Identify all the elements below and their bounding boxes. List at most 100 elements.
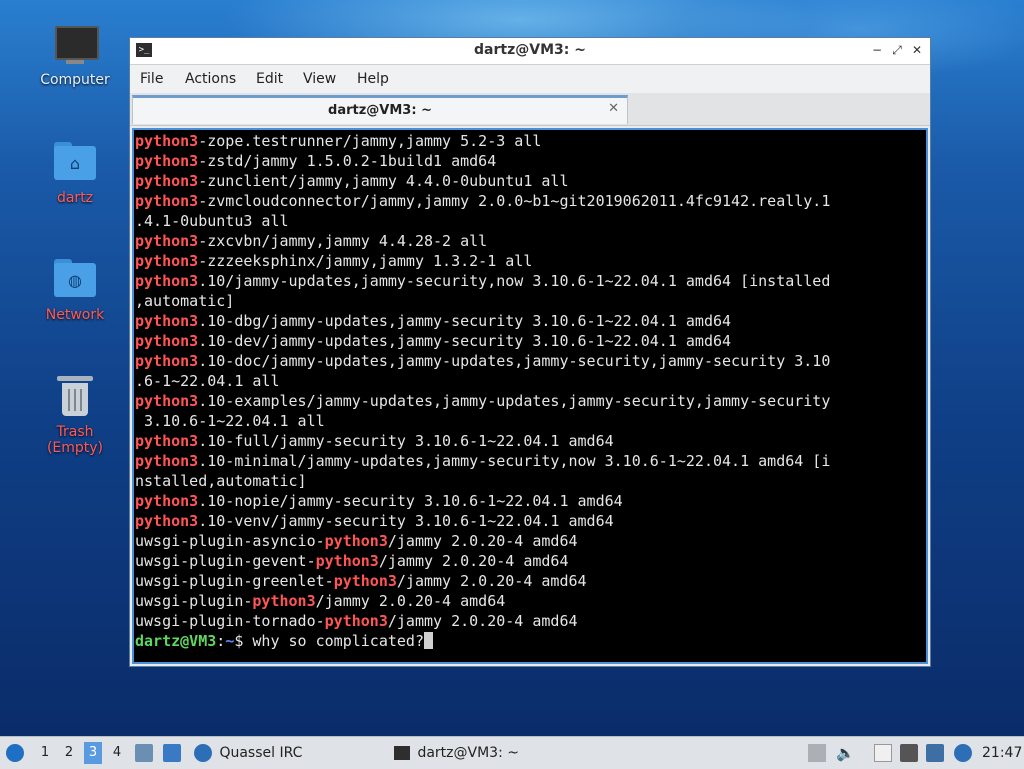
match-highlight: python3: [333, 572, 397, 590]
desktop-icon-label: Computer: [40, 72, 110, 88]
terminal-line: .4.1-0ubuntu3 all: [135, 212, 289, 230]
network-folder-icon: ◍: [52, 257, 98, 303]
terminal-line: 3.10.6-1~22.04.1 all: [135, 412, 325, 430]
menu-edit[interactable]: Edit: [256, 71, 283, 87]
updates-icon[interactable]: [808, 744, 826, 762]
terminal-line: uwsgi-plugin-asyncio-python3/jammy 2.0.2…: [135, 532, 578, 550]
desktop-icon-label: Network: [45, 307, 105, 323]
match-highlight: python3: [135, 332, 199, 350]
tab-close-icon[interactable]: ✕: [608, 101, 619, 116]
desktop-icon-label: Trash (Empty): [46, 424, 104, 456]
trash-icon: [52, 374, 98, 420]
match-highlight: python3: [135, 512, 199, 530]
terminal-line: python3.10-dev/jammy-updates,jammy-secur…: [135, 332, 732, 350]
terminal-line: python3.10-full/jammy-security 3.10.6-1~…: [135, 432, 614, 450]
taskbar: 1 2 3 4 Quassel IRC dartz@VM3: ~ 🔈 21:47: [0, 736, 1024, 769]
terminal-output[interactable]: python3-zope.testrunner/jammy,jammy 5.2-…: [132, 128, 928, 664]
workspace-2[interactable]: 2: [60, 742, 78, 764]
terminal-task-icon: [394, 746, 410, 760]
match-highlight: python3: [135, 312, 199, 330]
lubuntu-logo-icon: [6, 744, 24, 762]
quassel-icon: [194, 744, 212, 762]
match-highlight: python3: [135, 432, 199, 450]
workspace-1[interactable]: 1: [36, 742, 54, 764]
match-highlight: python3: [135, 492, 199, 510]
menu-help[interactable]: Help: [357, 71, 389, 87]
match-highlight: python3: [135, 232, 199, 250]
terminal-line: python3.10-examples/jammy-updates,jammy-…: [135, 392, 831, 410]
tab-strip: dartz@VM3: ~ ✕: [130, 93, 930, 126]
terminal-line: python3-zxcvbn/jammy,jammy 4.4.28-2 all: [135, 232, 488, 250]
match-highlight: python3: [252, 592, 316, 610]
match-highlight: python3: [135, 192, 199, 210]
match-highlight: python3: [324, 532, 388, 550]
match-highlight: python3: [135, 172, 199, 190]
match-highlight: python3: [135, 132, 199, 150]
window-titlebar[interactable]: >_ dartz@VM3: ~ − ⤢ ✕: [130, 38, 930, 65]
match-highlight: python3: [135, 392, 199, 410]
notification-icon[interactable]: [926, 744, 944, 762]
text-cursor: [424, 632, 433, 649]
prompt-line[interactable]: dartz@VM3:~$ why so complicated?: [135, 631, 926, 651]
desktop-icon-home-folder[interactable]: ⌂ dartz: [27, 140, 123, 206]
volume-icon[interactable]: 🔈: [836, 744, 855, 762]
match-highlight: python3: [324, 612, 388, 630]
typed-command: $ why so complicated?: [234, 632, 424, 650]
terminal-line: nstalled,automatic]: [135, 472, 307, 490]
prompt-path: ~: [225, 632, 235, 650]
terminal-line: .6-1~22.04.1 all: [135, 372, 280, 390]
menu-file[interactable]: File: [140, 71, 163, 87]
terminal-line: python3-zstd/jammy 1.5.0.2-1build1 amd64: [135, 152, 497, 170]
terminal-line: uwsgi-plugin-gevent-python3/jammy 2.0.20…: [135, 552, 569, 570]
terminal-line: python3.10/jammy-updates,jammy-security,…: [135, 272, 831, 290]
terminal-line: uwsgi-plugin-python3/jammy 2.0.20-4 amd6…: [135, 592, 506, 610]
match-highlight: python3: [315, 552, 379, 570]
desktop-icon-label: dartz: [56, 190, 94, 206]
minimize-icon[interactable]: −: [868, 41, 886, 59]
tab-terminal[interactable]: dartz@VM3: ~ ✕: [132, 95, 628, 124]
workspace-3[interactable]: 3: [84, 742, 102, 764]
terminal-line: python3-zvmcloudconnector/jammy,jammy 2.…: [135, 192, 831, 210]
terminal-line: uwsgi-plugin-greenlet-python3/jammy 2.0.…: [135, 572, 587, 590]
terminal-line: python3.10-doc/jammy-updates,jammy-updat…: [135, 352, 831, 370]
quassel-tray-icon[interactable]: [954, 744, 972, 762]
terminal-line: python3.10-venv/jammy-security 3.10.6-1~…: [135, 512, 614, 530]
app-menu-button[interactable]: [6, 737, 28, 769]
terminal-window: >_ dartz@VM3: ~ − ⤢ ✕ File Actions Edit …: [129, 37, 931, 667]
task-label: Quassel IRC: [219, 745, 303, 761]
network-tray-icon[interactable]: [900, 744, 918, 762]
match-highlight: python3: [135, 272, 199, 290]
terminal-line: python3-zunclient/jammy,jammy 4.4.0-0ubu…: [135, 172, 569, 190]
clipboard-icon[interactable]: [874, 744, 892, 762]
match-highlight: python3: [135, 452, 199, 470]
desktop-icon-trash[interactable]: Trash (Empty): [27, 374, 123, 456]
task-quassel-irc[interactable]: Quassel IRC: [194, 737, 374, 769]
match-highlight: python3: [135, 352, 199, 370]
file-manager-launcher-icon[interactable]: [135, 744, 153, 762]
tab-title: dartz@VM3: ~: [328, 103, 432, 118]
close-icon[interactable]: ✕: [908, 41, 926, 59]
workspace-4[interactable]: 4: [108, 742, 126, 764]
prompt-user-host: dartz@VM3: [135, 632, 217, 650]
home-folder-icon: ⌂: [52, 140, 98, 186]
window-title: dartz@VM3: ~: [474, 42, 586, 58]
terminal-line: python3-zzzeeksphinx/jammy,jammy 1.3.2-1…: [135, 252, 533, 270]
terminal-line: python3.10-nopie/jammy-security 3.10.6-1…: [135, 492, 623, 510]
terminal-line: python3.10-minimal/jammy-updates,jammy-s…: [135, 452, 831, 470]
match-highlight: python3: [135, 152, 199, 170]
menu-view[interactable]: View: [303, 71, 336, 87]
maximize-icon[interactable]: ⤢: [888, 41, 906, 59]
menubar: File Actions Edit View Help: [130, 65, 930, 93]
terminal-line: ,automatic]: [135, 292, 235, 310]
show-desktop-icon[interactable]: [163, 744, 181, 762]
menu-actions[interactable]: Actions: [185, 71, 236, 87]
desktop-icon-network[interactable]: ◍ Network: [27, 257, 123, 323]
computer-icon: [52, 22, 99, 68]
desktop-icon-computer[interactable]: Computer: [27, 22, 123, 88]
terminal-line: python3-zope.testrunner/jammy,jammy 5.2-…: [135, 132, 542, 150]
task-terminal[interactable]: dartz@VM3: ~: [394, 737, 594, 769]
terminal-text: python3-zope.testrunner/jammy,jammy 5.2-…: [134, 130, 926, 651]
clock[interactable]: 21:47: [982, 737, 1022, 769]
terminal-line: uwsgi-plugin-tornado-python3/jammy 2.0.2…: [135, 612, 578, 630]
task-label: dartz@VM3: ~: [417, 745, 519, 761]
